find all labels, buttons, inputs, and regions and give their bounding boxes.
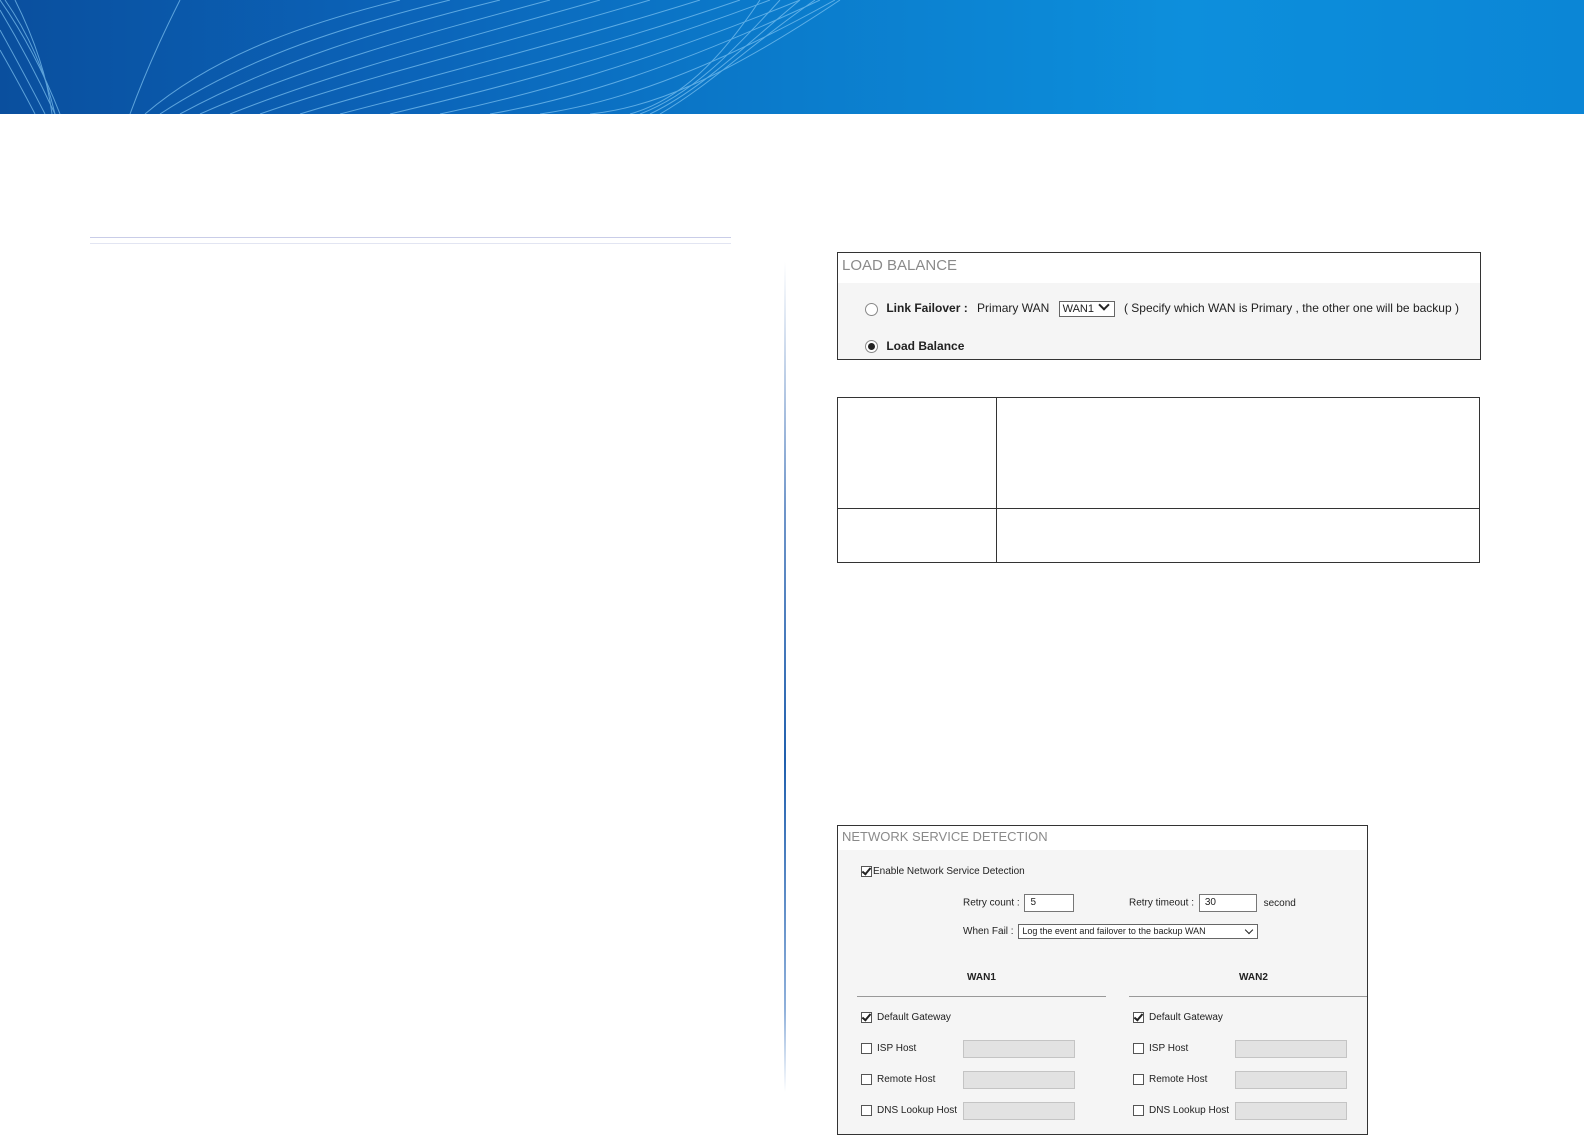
wan2-heading: WAN2	[1239, 972, 1268, 983]
retry-timeout-input[interactable]: 30	[1198, 894, 1257, 912]
wan1-remote-host-row: Remote Host	[861, 1074, 935, 1085]
banner-wave-graphic	[0, 0, 841, 114]
retry-count-label: Retry count :	[963, 897, 1020, 909]
link-failover-label: Link Failover :	[886, 301, 968, 316]
table-row	[837, 508, 1480, 563]
chevron-down-icon	[1098, 299, 1110, 311]
table-cell	[837, 508, 997, 563]
enable-detection-checkbox[interactable]	[861, 866, 872, 877]
network-service-detection-panel: NETWORK SERVICE DETECTION Enable Network…	[837, 825, 1368, 1135]
retry-timeout-label: Retry timeout :	[1129, 897, 1195, 909]
divider-line-top	[90, 237, 731, 238]
wan2-default-gateway-label: Default Gateway	[1149, 1012, 1223, 1024]
wan1-divider	[857, 996, 1106, 997]
wan2-dns-lookup-label: DNS Lookup Host	[1149, 1105, 1230, 1117]
retry-count-row: Retry count : 5	[963, 894, 1075, 912]
load-balance-panel: LOAD BALANCE Link Failover : Primary WAN…	[837, 252, 1481, 360]
wan1-remote-host-checkbox[interactable]	[861, 1074, 872, 1085]
link-failover-radio[interactable]	[865, 302, 878, 316]
wan2-divider	[1129, 996, 1367, 997]
wan1-dns-lookup-input[interactable]	[963, 1102, 1075, 1120]
link-failover-row: Link Failover : Primary WAN WAN1 ( Speci…	[865, 299, 1459, 317]
description-table	[837, 397, 1480, 563]
wan1-isp-host-row: ISP Host	[861, 1043, 916, 1054]
wan1-dns-lookup-row: DNS Lookup Host	[861, 1105, 957, 1116]
wan1-dns-lookup-label: DNS Lookup Host	[877, 1105, 958, 1117]
wan1-remote-host-input[interactable]	[963, 1071, 1075, 1089]
wan2-remote-host-row: Remote Host	[1133, 1074, 1207, 1085]
wan2-remote-host-input[interactable]	[1235, 1071, 1347, 1089]
wan1-default-gateway-checkbox[interactable]	[861, 1012, 872, 1023]
retry-timeout-unit: second	[1263, 897, 1296, 909]
column-separator	[784, 262, 786, 1092]
primary-wan-hint: ( Specify which WAN is Primary , the oth…	[1123, 301, 1459, 316]
panel-title: NETWORK SERVICE DETECTION	[842, 829, 1048, 844]
header-banner	[0, 0, 1584, 114]
enable-detection-row: Enable Network Service Detection	[861, 866, 1025, 877]
wan1-default-gateway-label: Default Gateway	[877, 1012, 951, 1024]
table-row	[837, 397, 1480, 509]
retry-count-input[interactable]: 5	[1024, 894, 1075, 912]
primary-wan-label: Primary WAN	[977, 301, 1050, 316]
wan1-isp-host-label: ISP Host	[877, 1043, 917, 1055]
wan1-default-gateway-row: Default Gateway	[861, 1012, 951, 1023]
panel-body: Link Failover : Primary WAN WAN1 ( Speci…	[838, 283, 1480, 359]
wan1-heading: WAN1	[967, 972, 996, 983]
when-fail-row: When Fail : Log the event and failover t…	[963, 924, 1259, 939]
when-fail-value: Log the event and failover to the backup…	[1022, 926, 1206, 936]
table-cell	[837, 397, 997, 509]
load-balance-row: Load Balance	[865, 339, 965, 354]
wan1-isp-host-input[interactable]	[963, 1040, 1075, 1058]
wan2-remote-host-checkbox[interactable]	[1133, 1074, 1144, 1085]
enable-detection-label: Enable Network Service Detection	[873, 866, 1025, 878]
chevron-down-icon	[1245, 925, 1254, 935]
wan2-isp-host-row: ISP Host	[1133, 1043, 1188, 1054]
wan2-remote-host-label: Remote Host	[1149, 1074, 1208, 1086]
wan1-remote-host-label: Remote Host	[877, 1074, 936, 1086]
wan2-isp-host-label: ISP Host	[1149, 1043, 1189, 1055]
wan2-dns-lookup-input[interactable]	[1235, 1102, 1347, 1120]
retry-timeout-row: Retry timeout : 30 second	[1129, 894, 1296, 912]
load-balance-radio[interactable]	[865, 340, 878, 354]
wan2-default-gateway-row: Default Gateway	[1133, 1012, 1223, 1023]
wan1-isp-host-checkbox[interactable]	[861, 1043, 872, 1054]
primary-wan-value: WAN1	[1062, 303, 1094, 315]
table-cell	[996, 508, 1480, 563]
table-cell	[996, 397, 1480, 509]
wan2-dns-lookup-checkbox[interactable]	[1133, 1105, 1144, 1116]
divider-line-bottom	[90, 243, 731, 244]
wan2-default-gateway-checkbox[interactable]	[1133, 1012, 1144, 1023]
wan2-isp-host-input[interactable]	[1235, 1040, 1347, 1058]
panel-body: Enable Network Service Detection Retry c…	[838, 850, 1367, 1134]
wan1-dns-lookup-checkbox[interactable]	[861, 1105, 872, 1116]
panel-title: LOAD BALANCE	[842, 257, 958, 274]
when-fail-label: When Fail :	[963, 926, 1014, 938]
primary-wan-select[interactable]: WAN1	[1058, 299, 1115, 317]
wan2-isp-host-checkbox[interactable]	[1133, 1043, 1144, 1054]
wan2-dns-lookup-row: DNS Lookup Host	[1133, 1105, 1229, 1116]
when-fail-select[interactable]: Log the event and failover to the backup…	[1018, 924, 1259, 939]
load-balance-label: Load Balance	[886, 339, 965, 353]
